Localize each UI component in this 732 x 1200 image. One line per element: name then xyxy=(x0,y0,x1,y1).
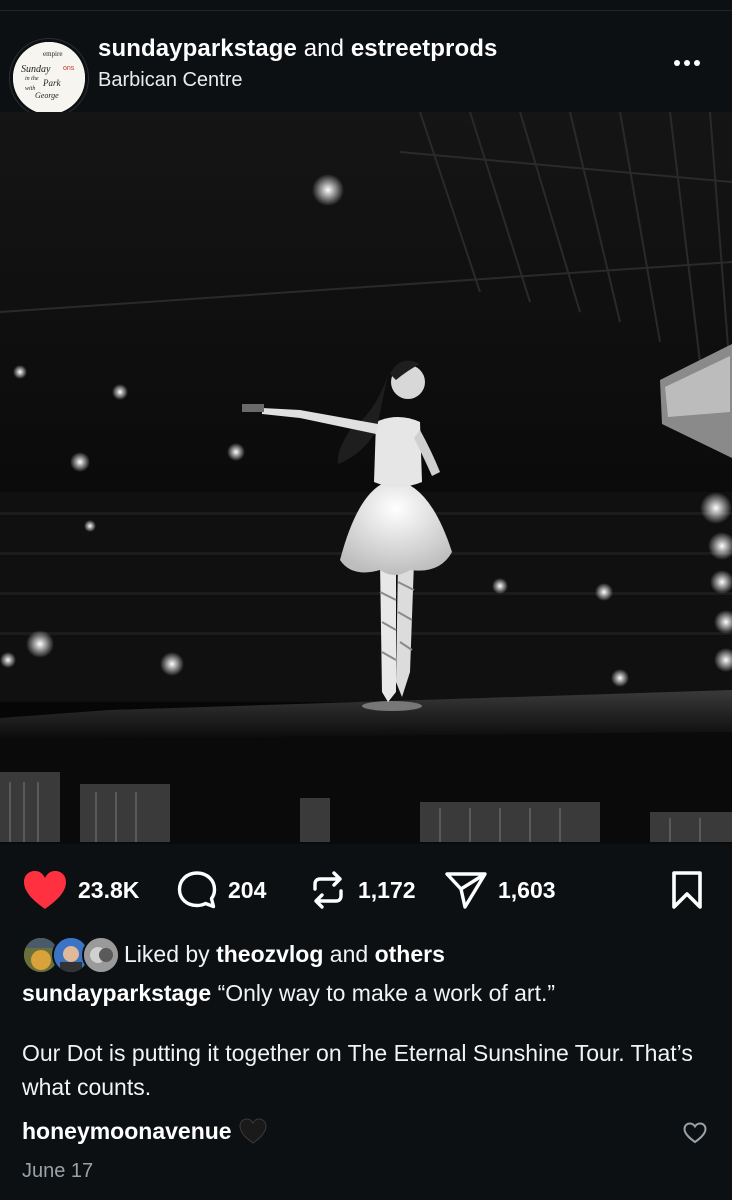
post-date: June 17 xyxy=(22,1160,94,1182)
share-count: 1,603 xyxy=(498,876,556,903)
liked-by-row[interactable]: Liked by theozvlog and others xyxy=(22,934,445,974)
liker-avatar xyxy=(82,936,120,974)
svg-text:Sunday: Sunday xyxy=(21,64,51,75)
account-name-secondary[interactable]: estreetprods xyxy=(351,35,498,62)
like-count: 23.8K xyxy=(78,876,140,903)
caption-body: Our Dot is putting it together on The Et… xyxy=(22,1040,693,1100)
svg-text:in the: in the xyxy=(25,76,39,82)
comment-like-button[interactable] xyxy=(682,1121,708,1145)
account-name-primary[interactable]: sundayparkstage xyxy=(98,35,297,62)
svg-text:empire: empire xyxy=(43,50,62,58)
liked-by-user[interactable]: theozvlog xyxy=(216,941,323,967)
send-paper-plane-icon xyxy=(445,872,487,909)
bookmark-icon xyxy=(672,871,702,909)
concert-photo-image xyxy=(0,112,732,844)
liked-by-others[interactable]: others xyxy=(375,941,445,967)
repost-count: 1,172 xyxy=(358,876,416,903)
caption-username[interactable]: sundayparkstage xyxy=(22,980,211,1006)
like-button[interactable]: 23.8K xyxy=(22,868,139,912)
account-joiner: and xyxy=(303,35,345,62)
post-accounts: sundayparkstage and estreetprods xyxy=(98,35,497,63)
svg-text:Park: Park xyxy=(42,78,62,88)
black-heart-icon xyxy=(238,1117,268,1150)
repost-icon xyxy=(313,871,343,909)
post-caption: sundayparkstage “Only way to make a work… xyxy=(22,976,712,1104)
liked-by-text: Liked by theozvlog and others xyxy=(124,941,445,968)
comment-count: 204 xyxy=(228,876,267,903)
comment-username[interactable]: honeymoonavenue xyxy=(22,1118,232,1144)
post-actions: 23.8K 204 1,172 1,603 xyxy=(0,862,732,918)
post-header: empire Sunday in the Park with George on… xyxy=(0,11,732,117)
bookmark-button[interactable] xyxy=(670,870,704,910)
comment-bubble-icon xyxy=(177,871,217,909)
account-avatar[interactable]: empire Sunday in the Park with George on… xyxy=(10,39,88,117)
svg-text:ons: ons xyxy=(63,65,75,72)
liked-by-joiner: and xyxy=(329,940,369,967)
liked-by-prefix: Liked by xyxy=(124,940,210,967)
liker-avatars xyxy=(22,934,120,974)
svg-text:George: George xyxy=(35,91,59,100)
repost-button[interactable]: 1,172 xyxy=(308,868,416,912)
top-comment: honeymoonavenue xyxy=(22,1117,712,1153)
post-photo[interactable] xyxy=(0,112,732,844)
heart-filled-icon xyxy=(24,871,66,909)
svg-text:with: with xyxy=(25,86,35,92)
share-button[interactable]: 1,603 xyxy=(444,868,556,912)
comment-button[interactable]: 204 xyxy=(176,868,266,912)
heart-outline-icon xyxy=(683,1122,707,1144)
more-options-icon[interactable] xyxy=(674,53,708,67)
caption-line: “Only way to make a work of art.” xyxy=(217,980,556,1006)
post-location[interactable]: Barbican Centre xyxy=(98,69,243,92)
